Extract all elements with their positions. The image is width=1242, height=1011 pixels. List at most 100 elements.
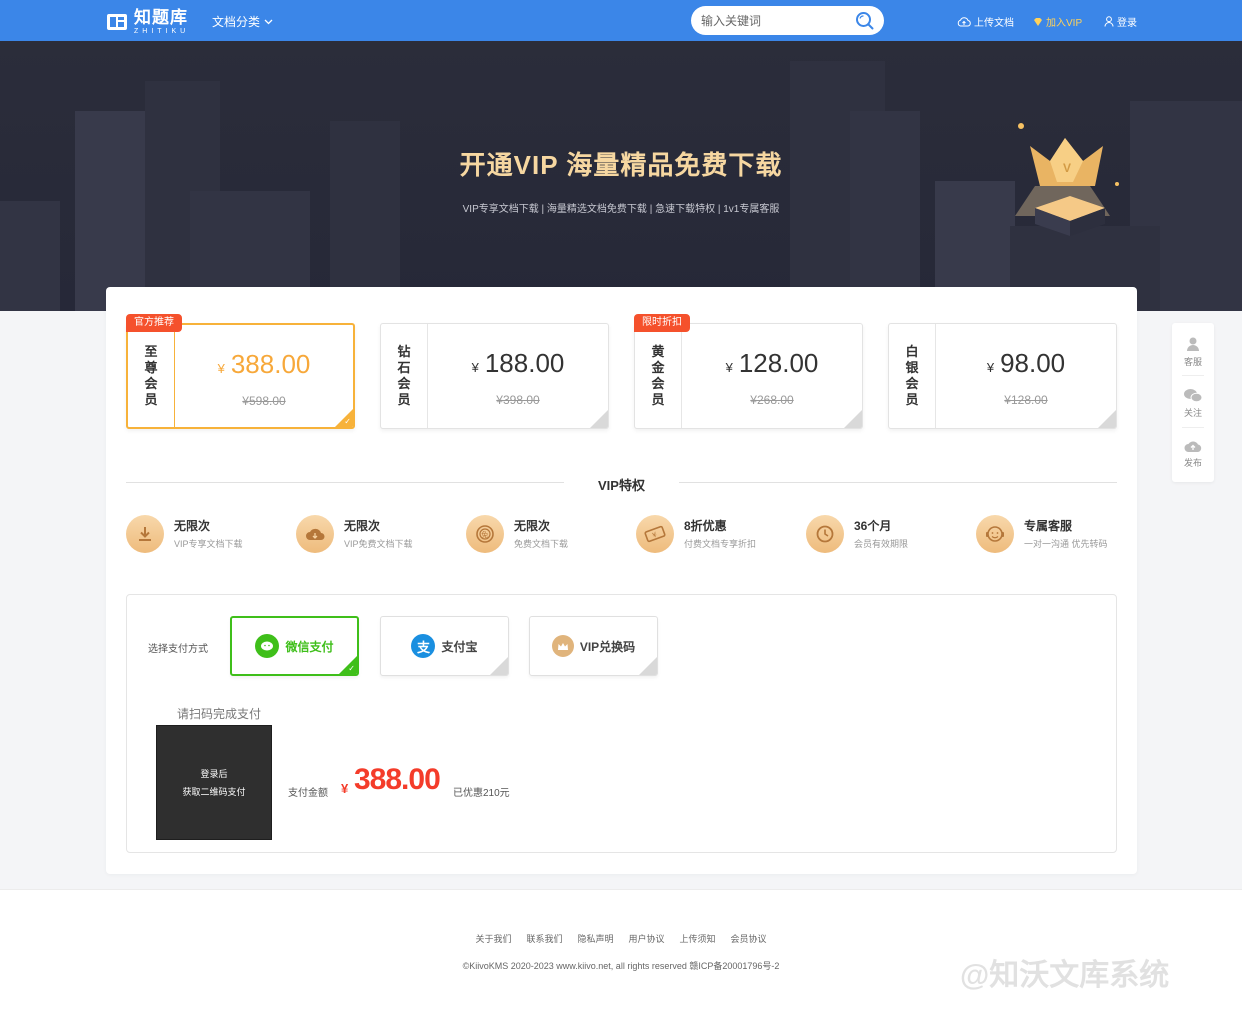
search-input[interactable] <box>701 12 851 29</box>
vip-diamond-icon <box>1034 17 1042 26</box>
svg-text:免: 免 <box>481 530 488 539</box>
plan-card-silver[interactable]: 白银会员 ¥98.00 ¥128.00 <box>888 323 1117 429</box>
clock-icon <box>806 515 844 553</box>
plan-name: 至尊会员 <box>128 325 175 427</box>
customer-service-button[interactable]: 客服 <box>1172 327 1214 377</box>
publish-button[interactable]: 发布 <box>1172 429 1214 479</box>
privileges-title: VIP特权 <box>598 478 645 493</box>
alipay-button[interactable]: 支 支付宝 <box>380 616 509 676</box>
svg-text:¥: ¥ <box>651 530 658 539</box>
footer-links: 关于我们 联系我们 隐私声明 用户协议 上传须知 会员协议 <box>0 932 1242 945</box>
divider <box>1182 375 1204 376</box>
wechat-pay-icon <box>255 634 280 658</box>
privilege-item: 无限次 VIP专享文档下载 <box>126 513 276 553</box>
check-icon: ✓ <box>348 664 355 673</box>
logo-text-cn: 知题库 <box>134 8 188 27</box>
plan-price: ¥128.00 <box>725 348 819 378</box>
top-navbar: 知题库 ZHITIKU 文档分类 上传文档 加入VIP 登录 <box>0 0 1242 41</box>
upload-doc-label: 上传文档 <box>974 18 1014 29</box>
free-badge-icon: 免 <box>466 515 504 553</box>
scan-tip: 请扫码完成支付 <box>177 707 262 721</box>
alipay-label: 支付宝 <box>441 639 478 654</box>
check-icon: ✓ <box>344 417 351 426</box>
corner-decoration <box>844 410 862 428</box>
plan-name: 白银会员 <box>889 324 936 428</box>
wechat-pay-label: 微信支付 <box>285 639 334 654</box>
plan-original-price: ¥128.00 <box>1004 393 1048 407</box>
divider <box>1182 427 1204 428</box>
footer-link-contact[interactable]: 联系我们 <box>526 932 562 945</box>
cloud-upload-icon <box>957 16 971 26</box>
user-icon <box>1104 16 1114 27</box>
banner-subtitle: VIP专享文档下载 | 海量精选文档免费下载 | 急速下载特权 | 1v1专属客… <box>462 204 780 215</box>
search-icon[interactable] <box>855 11 874 30</box>
footer-link-privacy[interactable]: 隐私声明 <box>577 932 613 945</box>
plan-card-diamond[interactable]: 钻石会员 ¥188.00 ¥398.00 <box>380 323 609 429</box>
plan-original-price: ¥268.00 <box>750 393 794 407</box>
privilege-item: 专属客服 一对一沟通 优先转码 <box>976 513 1126 553</box>
plan-card-gold[interactable]: 黄金会员 ¥128.00 ¥268.00 <box>634 323 863 429</box>
floating-sidebar: 客服 关注 发布 <box>1172 323 1214 482</box>
wechat-icon <box>1184 388 1203 402</box>
plan-card-supreme[interactable]: 至尊会员 ¥388.00 ¥598.00 ✓ <box>126 323 355 429</box>
qr-line-1: 登录后 <box>200 768 228 779</box>
plan-name: 黄金会员 <box>635 324 682 428</box>
login-label: 登录 <box>1117 18 1137 29</box>
wechat-pay-button[interactable]: 微信支付 ✓ <box>230 616 359 676</box>
payment-method-label: 选择支付方式 <box>148 644 208 655</box>
corner-decoration <box>1098 410 1116 428</box>
plan-original-price: ¥398.00 <box>496 393 540 407</box>
plan-name: 钻石会员 <box>381 324 428 428</box>
plan-price: ¥388.00 <box>217 349 311 379</box>
qr-code-placeholder[interactable]: 登录后 获取二维码支付 <box>156 725 272 840</box>
headset-icon <box>976 515 1014 553</box>
upload-doc-link[interactable]: 上传文档 <box>957 14 1014 29</box>
login-link[interactable]: 登录 <box>1104 14 1137 29</box>
site-logo[interactable]: 知题库 ZHITIKU <box>106 9 189 35</box>
join-vip-label: 加入VIP <box>1046 18 1083 29</box>
vip-banner: V 开通VIP 海量精品免费下载 VIP专享文档下载 | 海量精选文档免费下载 … <box>0 41 1242 311</box>
privilege-item: ¥ 8折优惠 付费文档专享折扣 <box>636 513 786 553</box>
doc-category-menu[interactable]: 文档分类 <box>212 13 273 30</box>
logo-text-en: ZHITIKU <box>134 28 190 35</box>
corner-decoration <box>590 410 608 428</box>
cloud-upload-icon <box>1184 441 1202 452</box>
privilege-item: 36个月 会员有效期限 <box>806 513 956 553</box>
follow-button[interactable]: 关注 <box>1172 378 1214 428</box>
vip-crown-icon <box>551 635 574 657</box>
qr-line-2: 获取二维码支付 <box>182 786 246 797</box>
vip-redeem-label: VIP兑换码 <box>579 639 636 654</box>
amount-currency: ¥ <box>341 781 349 796</box>
privilege-item: 免 无限次 免费文档下载 <box>466 513 616 553</box>
corner-decoration <box>639 657 657 675</box>
footer-link-upload-guide[interactable]: 上传须知 <box>680 932 716 945</box>
footer-link-about[interactable]: 关于我们 <box>475 932 511 945</box>
amount-label: 支付金额 <box>288 788 328 799</box>
plan-tag-discount: 限时折扣 <box>634 314 690 332</box>
building-shape <box>0 201 60 311</box>
privilege-item: 无限次 VIP免费文档下载 <box>296 513 446 553</box>
vip-purchase-panel: 官方推荐 限时折扣 至尊会员 ¥388.00 ¥598.00 ✓ 钻石会员 ¥1… <box>106 287 1137 874</box>
plan-price: ¥188.00 <box>471 348 565 378</box>
user-service-icon <box>1187 337 1199 351</box>
plan-original-price: ¥598.00 <box>242 394 286 408</box>
amount-saved: 已优惠210元 <box>453 788 510 799</box>
alipay-icon: 支 <box>411 634 436 658</box>
cloud-download-icon <box>296 515 334 553</box>
download-icon <box>126 515 164 553</box>
corner-decoration <box>490 657 508 675</box>
amount-value: 388.00 <box>354 763 441 796</box>
vip-redeem-code-button[interactable]: VIP兑换码 <box>529 616 658 676</box>
chevron-down-icon <box>264 19 273 24</box>
banner-title: 开通VIP 海量精品免费下载 <box>459 150 783 180</box>
footer-link-member-agreement[interactable]: 会员协议 <box>731 932 767 945</box>
plan-tag-recommended: 官方推荐 <box>126 314 182 332</box>
footer-link-user-agreement[interactable]: 用户协议 <box>629 932 665 945</box>
coupon-icon: ¥ <box>636 515 674 553</box>
doc-category-label: 文档分类 <box>212 15 261 29</box>
search-box <box>691 6 884 35</box>
join-vip-link[interactable]: 加入VIP <box>1033 14 1082 29</box>
payment-section: 选择支付方式 微信支付 ✓ 支 支付宝 VIP兑换码 请扫码完成支付 登录后 获… <box>126 594 1117 853</box>
plan-price: ¥98.00 <box>986 348 1066 378</box>
logo-icon <box>107 14 127 30</box>
